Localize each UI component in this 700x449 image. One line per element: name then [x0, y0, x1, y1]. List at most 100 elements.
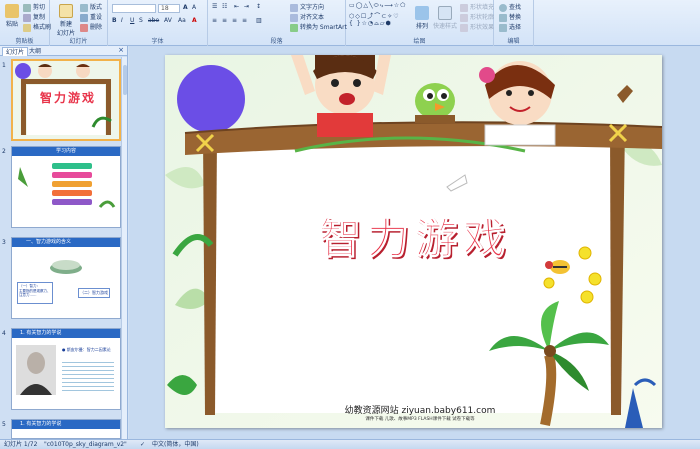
new-slide-icon	[59, 4, 73, 18]
align-center-button[interactable]: ≡	[222, 17, 227, 24]
quick-styles-button[interactable]: 快速样式	[432, 6, 458, 30]
indent-button[interactable]: ⇤	[234, 3, 239, 10]
justify-button[interactable]: ≡	[242, 17, 247, 24]
slide-counter: 幻灯片 1/72	[4, 441, 38, 448]
paragraph-group: ☰ ☷ ⇤ ⇥ ↕ 文字方向 对齐文本 转换为 SmartArt ≡ ≡ ≡ ≡…	[208, 0, 347, 46]
align-text-icon	[290, 13, 298, 22]
smartart-button[interactable]: 转换为 SmartArt	[290, 22, 347, 32]
paste-button[interactable]: 粘贴	[2, 4, 22, 28]
cut-button[interactable]: 剪切	[23, 2, 45, 12]
slide-thumbnail-4[interactable]: 1. 有关智力的学说 ● 斯皮尔曼：智力二因素论	[11, 328, 121, 410]
delete-icon	[80, 23, 88, 32]
arrange-button[interactable]: 排列	[412, 6, 432, 30]
smartart-icon	[290, 23, 298, 32]
font-name-combo[interactable]	[112, 4, 156, 13]
shadow-button[interactable]: S	[139, 17, 143, 24]
line-spacing-button[interactable]: ↕	[256, 3, 261, 10]
thumbnail-scrollbar[interactable]	[121, 57, 127, 439]
fill-icon	[460, 3, 468, 12]
thumb-number: 2	[2, 148, 6, 155]
thumb-4-title: 1. 有关智力的学说	[12, 329, 120, 338]
editing-group: 查找 替换 选择 编辑	[494, 0, 534, 46]
text-direction-button[interactable]: 文字方向	[290, 2, 324, 12]
select-button[interactable]: 选择	[499, 22, 521, 32]
bird-character	[415, 83, 455, 123]
shapes-gallery-row3[interactable]: { }☆◔⌓▱⬢	[349, 20, 392, 28]
strikethrough-button[interactable]: abe	[148, 17, 159, 24]
shapes-gallery-row2[interactable]: ⬡◇☐⤴⌒⊂✧♡	[349, 11, 400, 20]
thumb-2-art	[18, 163, 116, 208]
format-painter-button[interactable]: 格式刷	[23, 22, 51, 32]
bullets-button[interactable]: ☰	[212, 3, 217, 10]
layout-button[interactable]: 版式	[80, 2, 102, 12]
new-slide-button[interactable]: 新建 幻灯片	[56, 4, 76, 37]
align-right-button[interactable]: ≡	[232, 17, 237, 24]
slide-thumbnail-5[interactable]: 1. 有关智力的学说	[11, 419, 121, 439]
columns-button[interactable]: ▥	[256, 17, 262, 24]
slide-thumbnail-3[interactable]: 一、智力游戏的含义 （一）智力： 主要指的是观察力、注意力…… （二）智力游戏	[11, 237, 121, 319]
current-slide[interactable]: 智力游戏 幼教资源网站 ziyuan.baby611.com 课件下载 儿歌、故…	[165, 55, 662, 428]
effects-icon	[460, 23, 468, 32]
clipboard-group: 粘贴 剪切 复制 格式刷 剪贴板	[0, 0, 51, 46]
align-text-button[interactable]: 对齐文本	[290, 12, 324, 22]
replace-icon	[499, 13, 507, 22]
drawing-group: ▭◯△╲⬭⤷⟶☆⬠ ⬡◇☐⤴⌒⊂✧♡ { }☆◔⌓▱⬢ 排列 快速样式 形状填充…	[346, 0, 494, 46]
thumb-4-portrait	[16, 345, 56, 395]
tab-slides[interactable]: 幻灯片	[2, 47, 29, 56]
quick-styles-icon	[438, 6, 452, 20]
theme-name: "c010T0p_sky_diagram_v2"	[44, 441, 127, 448]
thumb-4-bullet: ● 斯皮尔曼：智力二因素论	[62, 347, 111, 352]
outdent-button[interactable]: ⇥	[244, 3, 249, 10]
slide-thumbnail-1[interactable]: 智力游戏	[11, 59, 121, 141]
check-icon: ✓	[140, 441, 146, 448]
font-color-button[interactable]: A	[192, 17, 197, 24]
purple-circle	[177, 65, 245, 133]
shrink-font-button[interactable]: A	[192, 4, 196, 11]
align-left-button[interactable]: ≡	[212, 17, 217, 24]
char-spacing-button[interactable]: AV	[164, 17, 172, 24]
slide-footer-site: 幼教资源网站 ziyuan.baby611.com	[344, 406, 496, 416]
find-button[interactable]: 查找	[499, 2, 521, 12]
scissors-icon	[23, 3, 31, 12]
slides-group: 新建 幻灯片 版式 重设 删除 幻灯片	[50, 0, 108, 46]
font-size-combo[interactable]: 18	[158, 4, 180, 13]
language-indicator[interactable]: 中文(简体，中国)	[152, 440, 199, 449]
tab-outline[interactable]: 大纲	[26, 47, 44, 56]
copy-icon	[23, 13, 31, 22]
status-bar: 幻灯片 1/72 "c010T0p_sky_diagram_v2" ✓ 中文(简…	[0, 439, 700, 449]
slide-editor: 智力游戏 幼教资源网站 ziyuan.baby611.com 课件下载 儿歌、故…	[129, 46, 700, 439]
paragraph-label: 段落	[270, 38, 283, 45]
slide-title[interactable]: 智力游戏	[275, 205, 555, 266]
reset-icon	[80, 13, 88, 22]
change-case-button[interactable]: Aa	[178, 17, 186, 24]
shape-effects-button[interactable]: 形状效果	[460, 22, 494, 32]
pane-tabs: 幻灯片 大纲 ×	[0, 46, 127, 56]
slides-label: 幻灯片	[69, 38, 88, 45]
shape-outline-button[interactable]: 形状轮廓	[460, 12, 494, 22]
numbering-button[interactable]: ☷	[222, 3, 227, 10]
shapes-gallery[interactable]: ▭◯△╲⬭⤷⟶☆⬠	[349, 2, 406, 10]
grow-font-button[interactable]: A	[183, 4, 188, 11]
find-icon	[499, 3, 507, 12]
replace-button[interactable]: 替换	[499, 12, 521, 22]
slides-pane: 幻灯片 大纲 × 1 智力游戏 2 学习内容 3 一、智力游戏的含义 （一）智力…	[0, 46, 128, 439]
underline-button[interactable]: U	[130, 17, 134, 24]
scrollbar-thumb[interactable]	[123, 65, 127, 95]
slide-thumbnail-2[interactable]: 学习内容	[11, 146, 121, 228]
bold-button[interactable]: B	[112, 17, 117, 24]
font-group: 18 A A B I U S abe AV Aa A 字体	[108, 0, 208, 46]
close-pane-button[interactable]: ×	[118, 46, 124, 54]
thumb-5-title: 1. 有关智力的学说	[12, 420, 120, 429]
outline-icon	[460, 13, 468, 22]
text-direction-icon	[290, 3, 298, 12]
arrange-icon	[415, 6, 429, 20]
reset-button[interactable]: 重设	[80, 12, 102, 22]
thumb-2-title: 学习内容	[12, 147, 120, 156]
copy-button[interactable]: 复制	[23, 12, 45, 22]
shape-fill-button[interactable]: 形状填充	[460, 2, 494, 12]
thumb-number: 1	[2, 62, 6, 69]
ribbon: 粘贴 剪切 复制 格式刷 剪贴板 新建 幻灯片 版式 重设 删除 幻灯片 18 …	[0, 0, 700, 46]
italic-button[interactable]: I	[121, 17, 123, 24]
delete-button[interactable]: 删除	[80, 22, 102, 32]
editing-label: 编辑	[507, 38, 520, 45]
